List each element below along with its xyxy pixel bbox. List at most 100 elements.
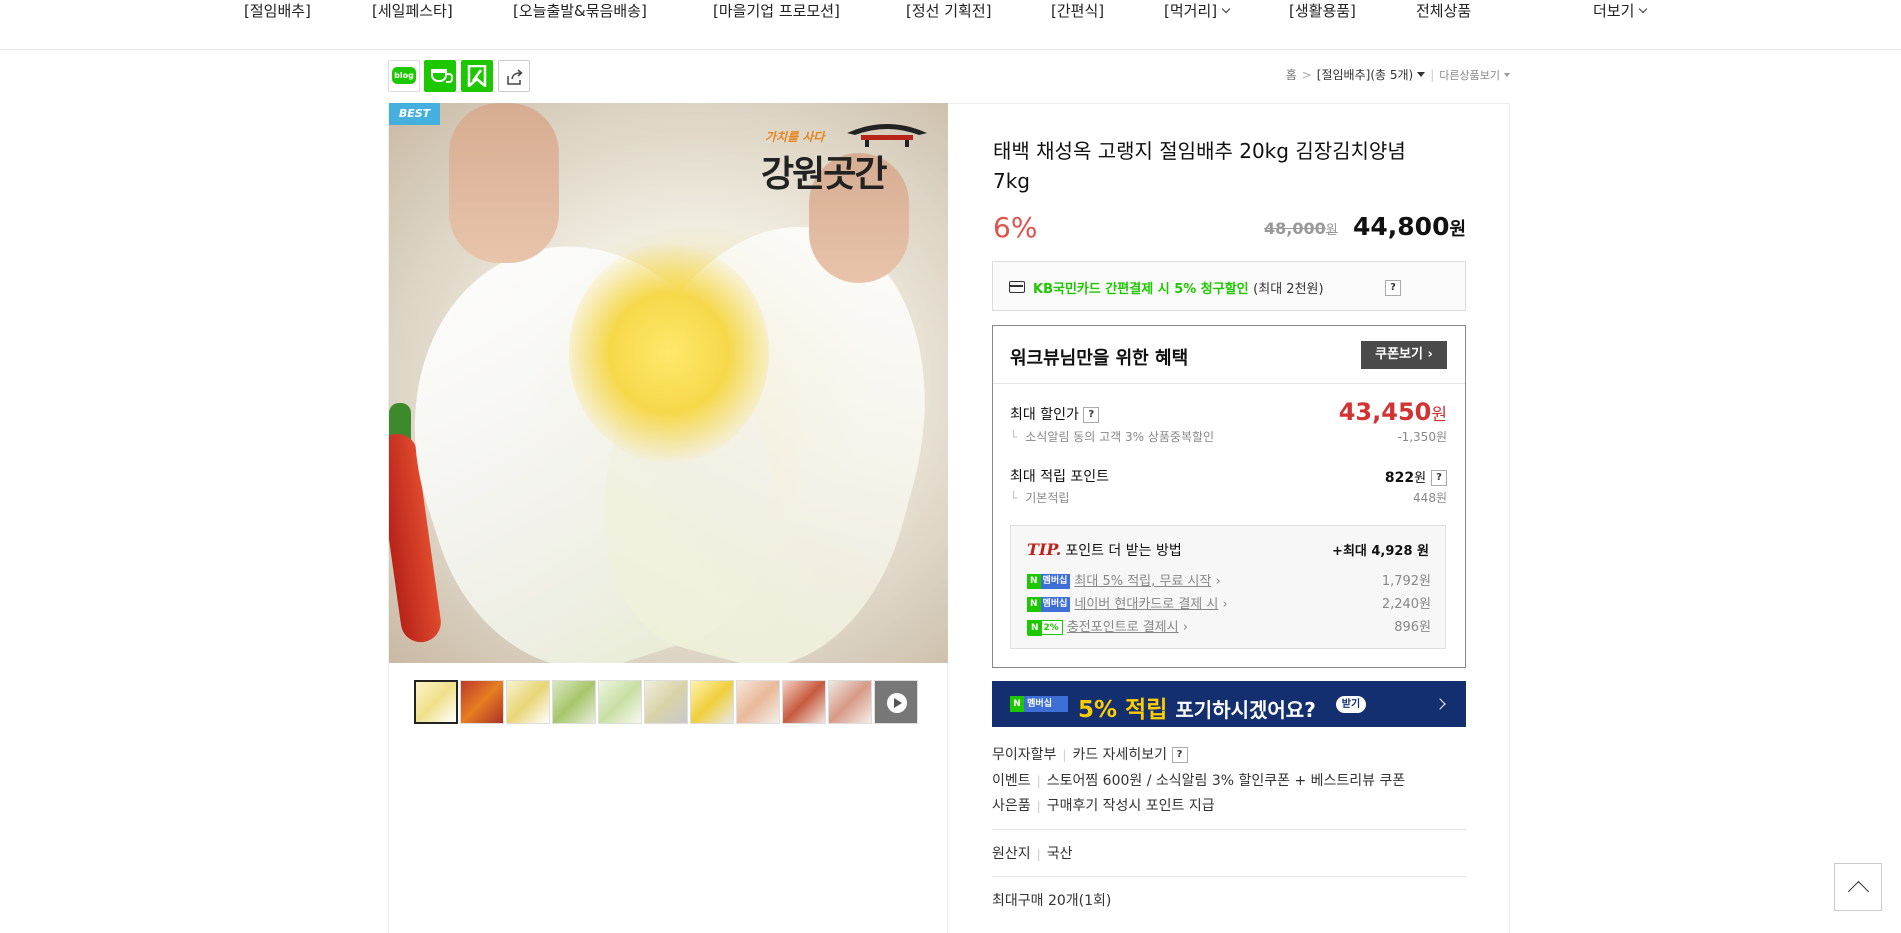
nav-item-jeongseon[interactable]: [정선 기획전]	[906, 0, 991, 21]
installment-label: 무이자할부	[992, 747, 1057, 763]
card-promo-box: KB국민카드 간편결제 시 5% 청구할인 (최대 2천원) ?	[992, 261, 1466, 311]
thumbnail[interactable]	[506, 680, 550, 724]
tip-title: TIP. 포인트 더 받는 방법	[1027, 540, 1182, 560]
point-help-button[interactable]: ?	[1431, 470, 1447, 486]
thumbnail[interactable]	[598, 680, 642, 724]
tip-row-membership[interactable]: N 멤버십 최대 5% 적립, 무료 시작 › 1,792원	[1027, 570, 1431, 589]
card-promo-text: KB국민카드 간편결제 시 5% 청구할인 (최대 2천원)	[1033, 278, 1324, 297]
max-price-help-button[interactable]: ?	[1083, 407, 1100, 423]
nav-more[interactable]: 더보기	[1593, 0, 1648, 21]
top-nav: [절임배추] [세일페스타] [오늘출발&묶음배송] [마을기업 프로모션] […	[0, 0, 1901, 50]
thumbnail[interactable]	[644, 680, 688, 724]
tip-row-link[interactable]: 네이버 현대카드로 결제 시	[1074, 597, 1218, 612]
blog-share-button[interactable]: blog	[388, 60, 420, 92]
thumbnail[interactable]	[414, 680, 458, 724]
roof-icon	[847, 124, 927, 147]
max-price-diff: -1,350원	[1397, 430, 1447, 444]
tip-box: TIP. 포인트 더 받는 방법 +최대 4,928 원 N 멤버십 최대 5% 적립…	[1010, 525, 1446, 649]
max-price-label-row: 최대 할인가 ?	[1010, 404, 1100, 424]
sub-line-icon: └	[1010, 491, 1018, 505]
info-divider: |	[1036, 774, 1041, 788]
max-price-label: 최대 할인가	[1010, 407, 1079, 423]
breadcrumb-separator: >	[1301, 68, 1312, 82]
section-divider	[992, 829, 1466, 830]
origin-value: 국산	[1046, 846, 1073, 862]
badge-label: 멤버십	[1027, 699, 1052, 709]
sale-price: 44,800원	[1353, 212, 1466, 241]
naver-pay-percent-badge: N 2%	[1027, 620, 1063, 636]
logo-name: 강원곳간	[761, 153, 887, 195]
nav-item-living[interactable]: [생활용품]	[1289, 0, 1356, 21]
breadcrumb-divider: |	[1430, 68, 1435, 82]
thumbnail[interactable]	[460, 680, 504, 724]
nav-item-easy-food[interactable]: [간편식]	[1051, 0, 1104, 21]
scroll-to-top-button[interactable]	[1834, 863, 1882, 911]
max-price-sub: 소식알림 동의 고객 3% 상품중복할인	[1025, 430, 1215, 444]
max-discount-price-value: 43,450	[1338, 398, 1432, 426]
nav-item-sale-festa[interactable]: [세일페스타]	[372, 0, 453, 21]
nav-item-village-promo[interactable]: [마을기업 프로모션]	[713, 0, 840, 21]
tip-row-link[interactable]: 최대 5% 적립, 무료 시작	[1074, 574, 1211, 589]
naver-n-icon: N	[1028, 621, 1042, 636]
max-price-sub-row: └ 소식알림 동의 고객 3% 상품중복할인	[1010, 428, 1214, 445]
max-buy-row: 최대구매 20개(1회)	[992, 893, 1112, 909]
product-main-image[interactable]: BEST 가치를 사다 강원곳간	[389, 103, 948, 663]
other-products-label: 다른상품보기	[1439, 69, 1500, 82]
point-sub-row: └ 기본적립	[1010, 489, 1069, 506]
tip-row-hyundai-card[interactable]: N 멤버십 네이버 현대카드로 결제 시 › 2,240원	[1027, 593, 1431, 612]
info-divider: |	[1036, 847, 1041, 861]
card-promo-help-button[interactable]: ?	[1385, 280, 1401, 296]
sale-price-unit: 원	[1449, 219, 1467, 240]
tip-row-amount: 896원	[1394, 620, 1431, 635]
thumbnail[interactable]	[552, 680, 596, 724]
chevron-down-icon	[1221, 4, 1231, 14]
original-price-unit: 원	[1325, 223, 1338, 238]
max-point-value: 822	[1384, 470, 1415, 486]
tip-row-amount: 2,240원	[1381, 597, 1431, 612]
breadcrumb-home[interactable]: 홈	[1286, 68, 1297, 82]
coupon-view-button[interactable]: 쿠폰보기 ›	[1361, 341, 1447, 369]
thumbnail[interactable]	[828, 680, 872, 724]
thumbnail[interactable]	[782, 680, 826, 724]
point-sub-value: 448원	[1413, 491, 1447, 505]
card-promo-main: KB국민카드 간편결제 시 5% 청구할인	[1033, 282, 1249, 297]
point-label: 최대 적립 포인트	[1010, 469, 1110, 485]
thumbnail-video[interactable]	[874, 680, 918, 724]
tip-row-link[interactable]: 충전포인트로 결제시	[1067, 620, 1179, 635]
keep-share-button[interactable]	[461, 60, 493, 92]
benefit-header: 워크뷰님만을 위한 혜택 쿠폰보기 ›	[993, 326, 1465, 384]
naver-n-icon: N	[1027, 597, 1041, 612]
nav-item-jeolim[interactable]: [절임배추]	[244, 0, 311, 21]
breadcrumb-current[interactable]: [절임배추](총 5개)	[1317, 68, 1426, 82]
original-price-value: 48,000	[1264, 219, 1326, 238]
tip-max-point: +최대 4,928 원	[1332, 544, 1429, 559]
tip-title-text: 포인트 더 받는 방법	[1065, 543, 1182, 559]
membership-banner[interactable]: N 멤버십 5% 적립 포기하시겠어요? 받기	[992, 681, 1466, 727]
gift-text: 구매후기 작성시 포인트 지급	[1046, 798, 1215, 814]
origin-label: 원산지	[992, 846, 1031, 862]
tip-row-charge-point[interactable]: N 2% 충전포인트로 결제시 › 896원	[1027, 616, 1431, 636]
thumbnail[interactable]	[690, 680, 734, 724]
nav-item-all-products[interactable]: 전체상품	[1416, 0, 1471, 21]
max-discount-price: 43,450원	[1339, 398, 1447, 426]
installment-row: 무이자할부 | 카드 자세히보기 ?	[992, 744, 1188, 764]
other-products-link[interactable]: 다른상품보기	[1439, 69, 1510, 82]
nav-item-food[interactable]: [먹거리]	[1164, 0, 1231, 21]
banner-highlight: 5% 적립	[1078, 697, 1168, 723]
share-icon	[507, 69, 523, 85]
event-text: 스토어찜 600원 / 소식알림 3% 할인쿠폰 + 베스트리뷰 쿠폰	[1046, 773, 1406, 789]
thumbnail[interactable]	[736, 680, 780, 724]
chevron-down-icon	[1639, 4, 1648, 14]
member-benefit-box: 워크뷰님만을 위한 혜택 쿠폰보기 › 최대 할인가 ? └ 소식알림 동의 고객…	[992, 325, 1466, 668]
naver-membership-badge: N 멤버십	[1027, 597, 1071, 612]
cafe-share-button[interactable]	[424, 60, 456, 92]
share-button[interactable]	[498, 60, 530, 92]
original-price: 48,000원	[1264, 219, 1338, 238]
event-label: 이벤트	[992, 773, 1031, 789]
product-image-panel: BEST 가치를 사다 강원곳간	[388, 103, 948, 933]
gift-row: 사은품 | 구매후기 작성시 포인트 지급	[992, 795, 1215, 815]
bookmark-icon	[467, 65, 487, 87]
nav-item-today-shipping[interactable]: [오늘출발&묶음배송]	[513, 0, 647, 21]
card-detail-link[interactable]: 카드 자세히보기	[1072, 747, 1167, 763]
card-detail-help-button[interactable]: ?	[1171, 747, 1188, 763]
